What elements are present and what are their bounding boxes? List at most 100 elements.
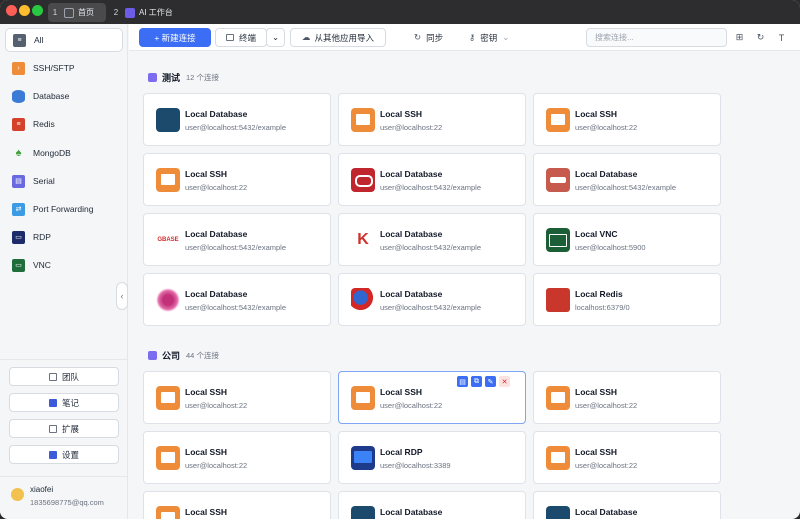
settings-button[interactable]: 设置 — [9, 445, 119, 464]
connection-card[interactable]: Local SSH user@localhost:22 — [143, 153, 331, 206]
key-button[interactable]: ⚷ 密钥 ⌄ — [469, 28, 509, 47]
zoom-window-button[interactable] — [32, 5, 43, 16]
user-name: xiaofei — [30, 485, 54, 494]
team-icon — [48, 372, 57, 381]
import-from-other-apps-button[interactable]: ☁ 从其他应用导入 — [290, 28, 386, 47]
card-address: user@localhost:5900 — [575, 243, 646, 252]
grid-view-icon[interactable]: ⊞ — [733, 31, 746, 44]
refresh-icon[interactable]: ↻ — [754, 31, 767, 44]
tab-ai-workbench[interactable]: 2 AI 工作台 — [109, 3, 205, 22]
new-connection-button[interactable]: + 新建连接 — [139, 28, 211, 47]
sidebar-item-database[interactable]: Database — [5, 84, 123, 108]
sidebar-item-mongodb[interactable]: ♠ MongoDB — [5, 141, 123, 165]
key-icon: ⚷ — [469, 32, 476, 42]
connection-card[interactable]: Local Database user@localhost:5432/examp… — [533, 153, 721, 206]
ssh-terminal-icon — [546, 446, 570, 470]
connection-card[interactable]: Local SSH user@localhost:22 — [338, 93, 526, 146]
sidebar-item-label: Serial — [33, 176, 55, 186]
card-title: Local SSH — [185, 169, 228, 179]
collapse-sidebar-button[interactable]: ‹ — [116, 282, 128, 310]
tab-number: 1 — [52, 8, 58, 17]
connection-card[interactable]: Local SSH user@localhost:22 — [143, 371, 331, 424]
sidebar-item-vnc[interactable]: ▭ VNC — [5, 253, 123, 277]
refresh-icon: ↻ — [414, 32, 422, 42]
terminal-dropdown-button[interactable]: ⌄ — [266, 28, 285, 47]
settings-label: 设置 — [61, 449, 79, 460]
card-address: user@localhost:22 — [575, 461, 638, 470]
trash-icon[interactable]: ✕ — [499, 376, 510, 387]
group-name: 公司 — [162, 351, 181, 361]
sidebar-item-label: All — [34, 35, 44, 45]
card-address: user@localhost:5432/example — [185, 243, 287, 252]
app-window: 1 首页 2 AI 工作台 ≡ All › SSH/SFTP Database … — [0, 0, 800, 519]
group-header[interactable]: 公司 44 个连接 — [148, 349, 219, 362]
card-title: Local SSH — [380, 387, 423, 397]
sidebar-item-redis[interactable]: ≡ Redis — [5, 112, 123, 136]
notebook-icon — [48, 398, 57, 407]
terminal-button[interactable]: 终端 — [215, 28, 267, 47]
connection-card[interactable]: Local Redis localhost:6379/0 — [533, 273, 721, 326]
divider — [0, 359, 127, 360]
ssh-terminal-icon — [351, 386, 375, 410]
sidebar-item-ssh-sftp[interactable]: › SSH/SFTP — [5, 56, 123, 80]
connection-card[interactable]: Local VNC user@localhost:5900 — [533, 213, 721, 266]
connection-card[interactable]: Local RDP user@localhost:3389 — [338, 431, 526, 484]
card-title: Local Database — [380, 229, 443, 239]
divider — [0, 476, 127, 477]
connection-card[interactable]: Local Database user@localhost:5432/examp… — [143, 93, 331, 146]
connection-card[interactable]: Local SSH user@localhost:22 — [143, 431, 331, 484]
text-format-icon[interactable]: T — [775, 31, 788, 44]
connection-card[interactable]: Local SSH user@localhost:22 — [533, 431, 721, 484]
sidebar-item-serial[interactable]: ▤ Serial — [5, 169, 123, 193]
notes-button[interactable]: 笔记 — [9, 393, 119, 412]
minimize-window-button[interactable] — [19, 5, 30, 16]
gbase-icon: GBASE — [157, 237, 179, 243]
sync-button[interactable]: ↻ 同步 — [414, 28, 443, 47]
card-title: Local Database — [185, 229, 248, 239]
card-title: Local SSH — [185, 387, 228, 397]
connection-card[interactable]: GBASE Local Database user@localhost:5432… — [143, 213, 331, 266]
connection-card[interactable]: Local Database user@localhost:5432/examp… — [143, 273, 331, 326]
card-title: Local SSH — [185, 447, 228, 457]
sidebar-item-label: MongoDB — [33, 148, 71, 158]
card-title: Local Database — [185, 109, 248, 119]
sidebar-item-label: VNC — [33, 260, 51, 270]
connection-card[interactable]: Local Database — [533, 491, 721, 519]
connection-card[interactable]: Local SSH — [143, 491, 331, 519]
connection-card[interactable]: Local Database user@localhost:5432/examp… — [338, 153, 526, 206]
connection-card[interactable]: Local SSH user@localhost:22 ▤ ⧉ ✎ ✕ — [338, 371, 526, 424]
card-address: user@localhost:22 — [575, 401, 638, 410]
copy-icon[interactable]: ⧉ — [471, 376, 482, 387]
tab-home[interactable]: 1 首页 — [48, 3, 106, 22]
connection-card[interactable]: Local SSH user@localhost:22 — [533, 93, 721, 146]
folder-icon[interactable]: ▤ — [457, 376, 468, 387]
extensions-button[interactable]: 扩展 — [9, 419, 119, 438]
card-title: Local SSH — [380, 109, 423, 119]
team-label: 团队 — [61, 371, 79, 382]
group-header[interactable]: 测试 12 个连接 — [148, 71, 219, 84]
sidebar-item-port-forwarding[interactable]: ⇄ Port Forwarding — [5, 197, 123, 221]
connection-card[interactable]: K Local Database user@localhost:5432/exa… — [338, 213, 526, 266]
port-forwarding-icon: ⇄ — [12, 202, 25, 216]
connection-card[interactable]: Local Database user@localhost:5432/examp… — [338, 273, 526, 326]
vnc-monitor-icon: ▭ — [12, 258, 25, 272]
card-title: Local SSH — [575, 447, 618, 457]
serial-icon: ▤ — [12, 174, 25, 188]
globe-db-icon — [351, 288, 375, 312]
chevron-left-icon: ‹ — [120, 291, 124, 301]
edit-icon[interactable]: ✎ — [485, 376, 496, 387]
burst-db-icon — [156, 288, 180, 312]
sidebar-item-rdp[interactable]: ▭ RDP — [5, 225, 123, 249]
redis-icon — [546, 288, 570, 312]
connection-card[interactable]: Local Database — [338, 491, 526, 519]
terminal-icon: › — [12, 61, 25, 75]
close-window-button[interactable] — [6, 5, 17, 16]
card-title: Local VNC — [575, 229, 618, 239]
team-button[interactable]: 团队 — [9, 367, 119, 386]
sidebar-item-all[interactable]: ≡ All — [5, 28, 123, 52]
sidebar-item-label: SSH/SFTP — [33, 63, 75, 73]
connection-card[interactable]: Local SSH user@localhost:22 — [533, 371, 721, 424]
avatar[interactable] — [11, 488, 24, 501]
search-input[interactable] — [586, 28, 727, 47]
group-count: 12 个连接 — [186, 73, 219, 82]
